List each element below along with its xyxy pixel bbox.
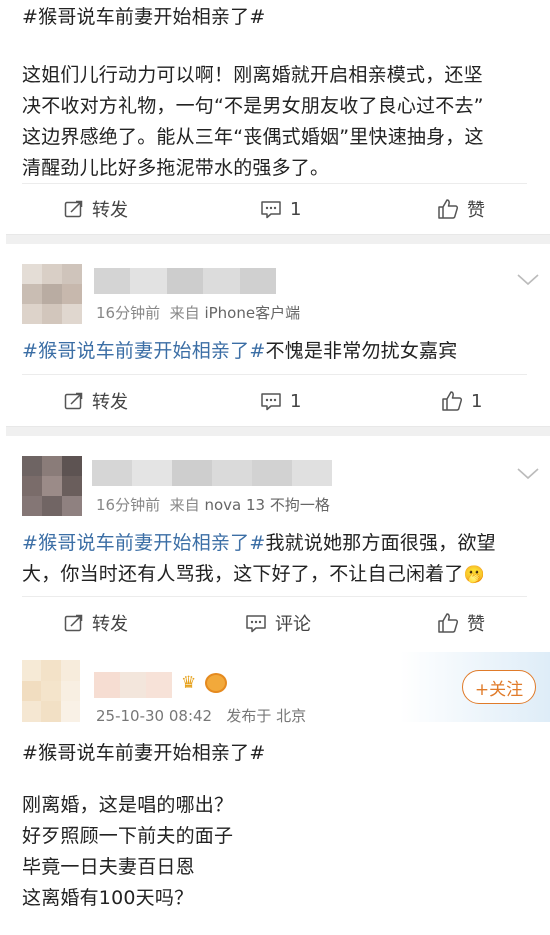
avatar[interactable]: [22, 660, 80, 722]
comment-body: #猴哥说车前妻开始相亲了#不愧是非常勿扰女嘉宾: [22, 336, 457, 367]
post-body: 刚离婚，这是唱的哪出？ 好歹照顾一下前夫的面子 毕竟一日夫妻百日恩 这离婚有10…: [22, 790, 522, 914]
comment-button[interactable]: 评论: [245, 597, 311, 649]
comment-icon: [246, 615, 266, 633]
comment-hashtag[interactable]: #猴哥说车前妻开始相亲了#: [22, 340, 265, 362]
timestamp: 16分钟前: [96, 304, 161, 322]
source-prefix: 来自: [169, 496, 200, 514]
comment-line: #猴哥说车前妻开始相亲了#我就说她那方面很强，欲望: [22, 528, 542, 559]
like-icon: [438, 199, 459, 219]
comment-meta: 16分钟前 来自 iPhone客户端: [96, 302, 300, 323]
repost-label: 转发: [92, 614, 128, 635]
comment-hashtag[interactable]: #猴哥说车前妻开始相亲了#: [22, 532, 265, 554]
post-line: 好歹照顾一下前夫的面子: [22, 825, 234, 847]
username-blurred[interactable]: [94, 268, 277, 294]
follow-label: +关注: [474, 679, 524, 700]
repost-button[interactable]: 转发: [64, 183, 128, 235]
comment-text: 我就说她那方面很强，欲望: [265, 532, 496, 554]
post-line: 这边界感绝了。能从三年“丧偶式婚姻”里快速抽身，这: [22, 126, 484, 148]
comment-button[interactable]: 1: [260, 183, 301, 235]
timestamp: 16分钟前: [96, 496, 161, 514]
section-divider: [6, 234, 550, 244]
comment-text: 大，你当时还有人骂我，这下好了，不让自己闲着了: [22, 563, 464, 585]
comment-button[interactable]: 1: [260, 375, 301, 427]
post-line: 这离婚有100天吗？: [22, 887, 194, 909]
post-line: 毕竟一日夫妻百日恩: [22, 856, 195, 878]
post-location: 发布于 北京: [226, 707, 307, 725]
comment-count: 1: [290, 390, 302, 412]
emoji-icon: 🫢: [463, 565, 485, 585]
post-hashtag[interactable]: #猴哥说车前妻开始相亲了#: [22, 738, 265, 769]
comment-line: 大，你当时还有人骂我，这下好了，不让自己闲着了🫢: [22, 559, 542, 591]
comment-meta: 16分钟前 来自 nova 13 不拘一格: [96, 494, 330, 515]
repost-label: 转发: [92, 392, 128, 413]
chevron-down-icon[interactable]: [516, 272, 540, 288]
post-line: 决不收对方礼物，一句“不是男女朋友收了良心过不去”: [22, 95, 484, 117]
device-name[interactable]: nova 13 不拘一格: [204, 496, 329, 514]
repost-button[interactable]: 转发: [64, 375, 128, 427]
comment-text: 不愧是非常勿扰女嘉宾: [265, 340, 458, 362]
avatar[interactable]: [22, 456, 82, 516]
follow-button[interactable]: +关注: [462, 670, 536, 704]
repost-button[interactable]: 转发: [64, 597, 128, 649]
post-meta: 25-10-30 08:42 发布于 北京: [96, 705, 306, 726]
post-body: 这姐们儿行动力可以啊！刚离婚就开启相亲模式，还坚 决不收对方礼物，一句“不是男女…: [22, 60, 542, 184]
action-bar: 转发 1 赞: [0, 183, 550, 235]
post-line: 这姐们儿行动力可以啊！刚离婚就开启相亲模式，还坚: [22, 64, 483, 86]
like-icon: [438, 613, 459, 633]
repost-icon: [64, 614, 83, 632]
like-button[interactable]: 1: [441, 375, 482, 427]
action-bar: 转发 1 1: [0, 375, 550, 427]
repost-icon: [64, 392, 83, 410]
comment-count: 1: [290, 198, 302, 220]
like-button[interactable]: 赞: [437, 183, 485, 235]
like-label: 赞: [467, 614, 485, 635]
comment-label: 评论: [275, 614, 311, 635]
section-divider: [6, 426, 550, 436]
badge-icon: [205, 673, 227, 693]
device-name[interactable]: iPhone客户端: [204, 304, 300, 322]
repost-icon: [64, 200, 83, 218]
post-hashtag[interactable]: #猴哥说车前妻开始相亲了#: [22, 2, 265, 33]
username-blurred[interactable]: [94, 672, 172, 698]
post-datetime: 25-10-30 08:42: [96, 707, 213, 725]
comment-body: #猴哥说车前妻开始相亲了#我就说她那方面很强，欲望 大，你当时还有人骂我，这下好…: [22, 528, 542, 591]
repost-label: 转发: [92, 200, 128, 221]
avatar[interactable]: [22, 264, 82, 324]
post-line: 清醒劲儿比好多拖泥带水的强多了。: [22, 157, 330, 179]
like-icon: [442, 391, 463, 411]
comment-icon: [261, 393, 281, 411]
chevron-down-icon[interactable]: [516, 466, 540, 482]
crown-icon: ♛: [181, 673, 197, 693]
like-button[interactable]: 赞: [437, 597, 485, 649]
action-bar: 转发 评论 赞: [0, 597, 550, 649]
like-count: 1: [471, 390, 483, 412]
like-label: 赞: [467, 200, 485, 221]
source-prefix: 来自: [169, 304, 200, 322]
post-line: 刚离婚，这是唱的哪出？: [22, 794, 234, 816]
username-blurred[interactable]: [92, 460, 332, 486]
comment-icon: [261, 201, 281, 219]
